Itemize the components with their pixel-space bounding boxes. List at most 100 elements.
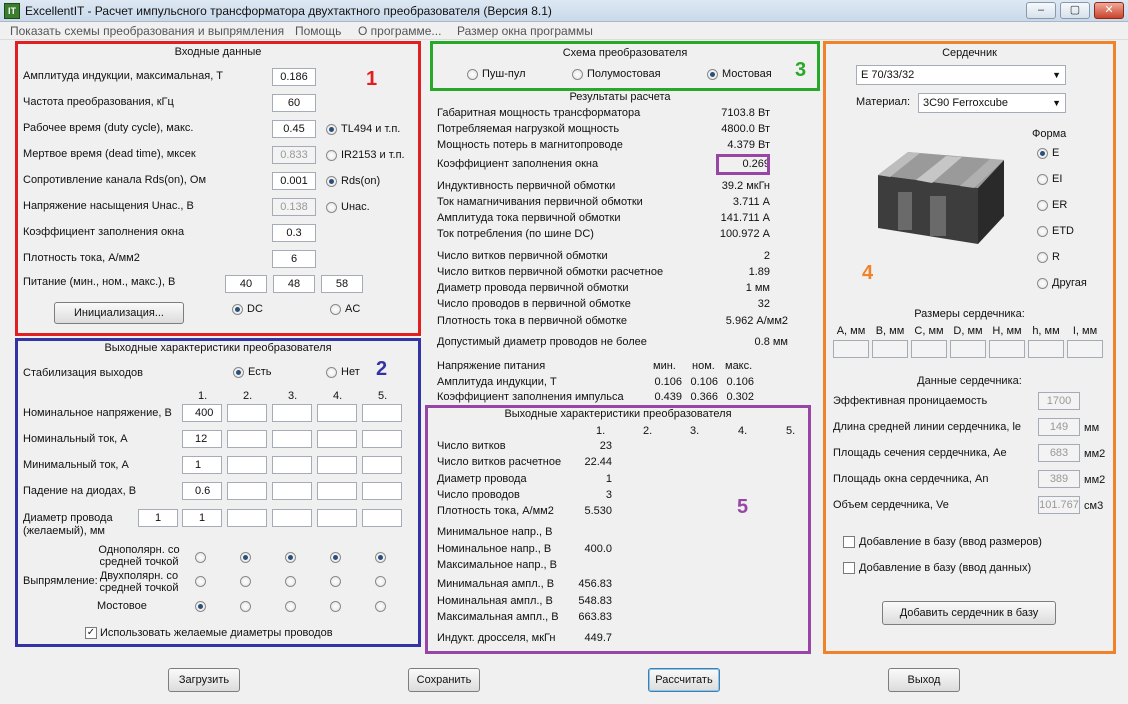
radio-tl494[interactable] (326, 124, 337, 135)
radio-dc[interactable] (232, 304, 243, 315)
add-dims-checkbox[interactable] (843, 536, 855, 548)
output-row-field[interactable] (227, 482, 267, 500)
output-row-field[interactable] (227, 404, 267, 422)
output-row-field[interactable] (272, 482, 312, 500)
shape-radio[interactable] (1037, 226, 1048, 237)
rectifier-radio[interactable] (285, 552, 296, 563)
wire-diameter-field[interactable] (362, 509, 402, 527)
radio-ac[interactable] (330, 304, 341, 315)
output-row-field[interactable] (362, 404, 402, 422)
add-core-button[interactable]: Добавить сердечник в базу (882, 601, 1056, 625)
output-row-field[interactable] (272, 430, 312, 448)
output-row-field[interactable] (362, 482, 402, 500)
input-row-field[interactable]: 60 (272, 94, 316, 112)
rectifier-radio[interactable] (195, 576, 206, 587)
output-row-field[interactable] (317, 482, 357, 500)
dim-field[interactable] (872, 340, 908, 358)
rectifier-radio[interactable] (285, 601, 296, 612)
wire-required-input[interactable]: 1 (138, 509, 178, 527)
wire-diameter-field[interactable] (317, 509, 357, 527)
output-row-field[interactable] (362, 430, 402, 448)
input-row-field[interactable]: 0.833 (272, 146, 316, 164)
menu-schemes[interactable]: Показать схемы преобразования и выпрямле… (10, 24, 284, 38)
rect-opt-single: Однополярн. со средней точкой (98, 544, 180, 568)
rectifier-radio[interactable] (375, 601, 386, 612)
output-row-field[interactable] (317, 430, 357, 448)
dim-field[interactable] (989, 340, 1025, 358)
radio-stab-yes[interactable] (233, 367, 244, 378)
dim-field[interactable] (1067, 340, 1103, 358)
output-row-field[interactable]: 400 (182, 404, 222, 422)
use-wires-checkbox[interactable]: ✓ (85, 627, 97, 639)
load-button[interactable]: Загрузить (168, 668, 240, 692)
rectifier-radio[interactable] (285, 576, 296, 587)
wire-diameter-field[interactable] (227, 509, 267, 527)
input-row-field[interactable]: 0.186 (272, 68, 316, 86)
close-button[interactable]: ✕ (1094, 2, 1124, 19)
radio-usat[interactable] (326, 202, 337, 213)
wire-diameter-field[interactable]: 1 (182, 509, 222, 527)
radio-stab-no[interactable] (326, 367, 337, 378)
radio-full-bridge[interactable] (707, 69, 718, 80)
output-row-field[interactable]: 1 (182, 456, 222, 474)
output-result-label: Минимальное напр., В (437, 526, 553, 538)
supply-min-input[interactable]: 40 (225, 275, 267, 293)
output-row-field[interactable] (272, 456, 312, 474)
menu-about[interactable]: О программе... (358, 24, 441, 38)
minimize-button[interactable]: – (1026, 2, 1056, 19)
dim-field[interactable] (833, 340, 869, 358)
calculate-button[interactable]: Рассчитать (648, 668, 720, 692)
dim-field[interactable] (911, 340, 947, 358)
output-row-field[interactable] (227, 430, 267, 448)
rectifier-radio[interactable] (240, 601, 251, 612)
init-button[interactable]: Инициализация... (54, 302, 184, 324)
output-row-field[interactable] (227, 456, 267, 474)
rectifier-radio[interactable] (375, 576, 386, 587)
rectifier-radio[interactable] (195, 601, 206, 612)
dim-field[interactable] (1028, 340, 1064, 358)
input-row-label: Мертвое время (dead time), мксек (23, 148, 196, 160)
rectifier-radio[interactable] (330, 552, 341, 563)
output-col-header: 5. (378, 390, 388, 402)
input-row-field[interactable]: 0.138 (272, 198, 316, 216)
menu-window-size[interactable]: Размер окна программы (457, 24, 593, 38)
shape-radio-label: EI (1052, 173, 1063, 185)
rectifier-radio[interactable] (240, 576, 251, 587)
result-label: Коэффициент заполнения окна (437, 158, 599, 170)
supply-max-input[interactable]: 58 (321, 275, 363, 293)
radio-rdson[interactable] (326, 176, 337, 187)
save-button[interactable]: Сохранить (408, 668, 480, 692)
shape-radio[interactable] (1037, 278, 1048, 289)
output-row-field[interactable] (317, 404, 357, 422)
material-select[interactable]: 3C90 Ferroxcube ▼ (918, 93, 1066, 113)
supply-nom-input[interactable]: 48 (273, 275, 315, 293)
output-row-field[interactable] (272, 404, 312, 422)
output-row-field[interactable]: 0.6 (182, 482, 222, 500)
rectifier-radio[interactable] (330, 576, 341, 587)
rectifier-radio[interactable] (330, 601, 341, 612)
menu-help[interactable]: Помощь (295, 24, 341, 38)
input-row-field[interactable]: 0.3 (272, 224, 316, 242)
radio-push-pull[interactable] (467, 69, 478, 80)
maximize-button[interactable]: ▢ (1060, 2, 1090, 19)
input-row-field[interactable]: 0.001 (272, 172, 316, 190)
rectifier-radio[interactable] (240, 552, 251, 563)
exit-button[interactable]: Выход (888, 668, 960, 692)
output-row-field[interactable] (362, 456, 402, 474)
shape-radio[interactable] (1037, 174, 1048, 185)
add-data-checkbox[interactable] (843, 562, 855, 574)
wire-diameter-field[interactable] (272, 509, 312, 527)
input-row-field[interactable]: 6 (272, 250, 316, 268)
rectifier-radio[interactable] (195, 552, 206, 563)
rectifier-radio[interactable] (375, 552, 386, 563)
radio-half-bridge[interactable] (572, 69, 583, 80)
radio-ir2153[interactable] (326, 150, 337, 161)
shape-radio[interactable] (1037, 148, 1048, 159)
input-row-field[interactable]: 0.45 (272, 120, 316, 138)
output-row-field[interactable]: 12 (182, 430, 222, 448)
dim-field[interactable] (950, 340, 986, 358)
shape-radio[interactable] (1037, 200, 1048, 211)
output-row-field[interactable] (317, 456, 357, 474)
shape-radio[interactable] (1037, 252, 1048, 263)
core-select[interactable]: E 70/33/32 ▼ (856, 65, 1066, 85)
